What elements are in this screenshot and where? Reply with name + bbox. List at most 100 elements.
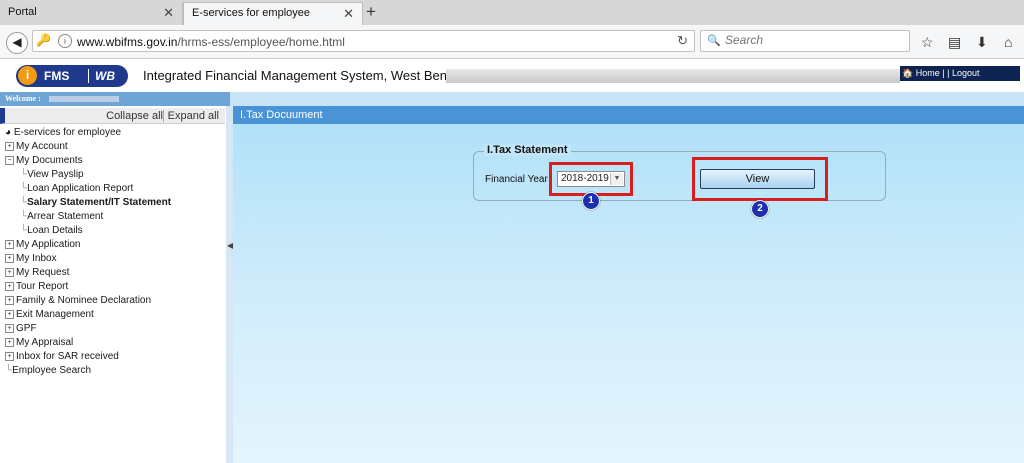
sidebar-item-arrear-statement[interactable]: └Arrear Statement <box>20 211 103 222</box>
browser-search-box[interactable]: 🔍 <box>700 30 910 52</box>
search-icon: 🔍 <box>707 35 721 47</box>
home-icon[interactable]: ⌂ <box>1004 34 1012 50</box>
info-icon[interactable]: i <box>58 34 72 48</box>
sidebar-item-label: Exit Management <box>16 309 94 320</box>
logo-wb-text: WB <box>88 69 115 83</box>
sidebar-item-loan-application-report[interactable]: └Loan Application Report <box>20 183 133 194</box>
home-link[interactable]: Home <box>916 68 940 78</box>
tree-controls: Collapse all Expand all <box>0 108 225 124</box>
sidebar-item-my-request[interactable]: + My Request <box>5 267 69 278</box>
sidebar-item-label: E-services for employee <box>13 127 122 138</box>
sidebar-item-label: Loan Application Report <box>27 183 134 194</box>
sidebar-item-label: Family & Nominee Declaration <box>16 295 152 306</box>
nav-separator: | | <box>942 68 950 78</box>
sidebar-item-gpf[interactable]: + GPF <box>5 323 37 334</box>
step-marker-2: 2 <box>751 200 769 218</box>
download-icon[interactable]: ⬇ <box>976 34 988 51</box>
expand-icon[interactable]: + <box>5 352 14 361</box>
url-text[interactable]: www.wbifms.gov.in/hrms-ess/employee/home… <box>77 35 345 49</box>
logo-info-icon: i <box>18 66 37 85</box>
expand-icon[interactable]: + <box>5 324 14 333</box>
header-gradient-bar <box>446 69 900 83</box>
sidebar-item-view-payslip[interactable]: └View Payslip <box>20 169 84 180</box>
tab-e-services[interactable]: E-services for employee ✕ <box>183 2 363 25</box>
ifms-logo: i FMS WB <box>16 65 128 87</box>
expand-icon[interactable]: + <box>5 296 14 305</box>
sidebar-item-loan-details[interactable]: └Loan Details <box>20 225 83 236</box>
sidebar-item-label: My Request <box>16 267 70 278</box>
home-nav-icon[interactable]: 🏠 <box>902 68 913 78</box>
sidebar-item-tour-report[interactable]: + Tour Report <box>5 281 68 292</box>
app-header: i FMS WB Integrated Financial Management… <box>0 59 1024 92</box>
expand-icon[interactable]: + <box>5 254 14 263</box>
expand-icon[interactable]: + <box>5 268 14 277</box>
sidebar-item-inbox-sar[interactable]: + Inbox for SAR received <box>5 351 119 362</box>
tab-title: E-services for employee <box>192 7 310 19</box>
tab-portal[interactable]: Portal ✕ <box>0 2 183 25</box>
collapse-icon[interactable]: − <box>5 156 14 165</box>
address-bar[interactable]: 🔑 i www.wbifms.gov.in/hrms-ess/employee/… <box>32 30 695 52</box>
sidebar-item-my-inbox[interactable]: + My Inbox <box>5 253 57 264</box>
collapse-all-button[interactable]: Collapse all <box>106 110 163 122</box>
expand-icon[interactable]: + <box>5 142 14 151</box>
url-host: www.wbifms.gov.in <box>77 35 178 49</box>
sidebar: Collapse all Expand all ◕ E-services for… <box>0 106 227 463</box>
logout-link[interactable]: Logout <box>952 68 980 78</box>
logo-fms-text: FMS <box>44 69 70 83</box>
new-tab-button[interactable]: + <box>366 2 376 22</box>
highlight-box-financial-year <box>549 162 633 196</box>
tab-title: Portal <box>8 6 37 18</box>
sidebar-item-employee-search[interactable]: └Employee Search <box>5 365 91 376</box>
main-panel: I.Tax Docuument I.Tax Statement Financia… <box>233 106 1024 463</box>
sidebar-splitter[interactable]: ◀ <box>226 106 233 463</box>
sidebar-item-my-application[interactable]: + My Application <box>5 239 80 250</box>
welcome-user-name-redacted <box>48 96 119 103</box>
top-nav: 🏠 Home | | Logout <box>900 66 1020 81</box>
sidebar-item-label: My Appraisal <box>16 337 74 348</box>
panel-title: I.Tax Docuument <box>233 106 1024 124</box>
back-arrow-icon[interactable]: ◀ <box>6 32 28 54</box>
sidebar-item-label: My Account <box>16 141 68 152</box>
welcome-strip: Welcome : <box>0 92 230 106</box>
sidebar-item-label: Inbox for SAR received <box>16 351 119 362</box>
sidebar-item-label: Loan Details <box>27 225 83 236</box>
expand-all-button[interactable]: Expand all <box>162 110 219 122</box>
search-input[interactable] <box>723 32 907 48</box>
close-tab-icon[interactable]: ✕ <box>343 6 354 22</box>
reload-icon[interactable]: ↻ <box>677 33 688 49</box>
app-title: Integrated Financial Management System, … <box>143 68 465 83</box>
sidebar-item-my-appraisal[interactable]: + My Appraisal <box>5 337 73 348</box>
reading-list-icon[interactable]: ▤ <box>948 34 961 51</box>
expand-icon[interactable]: + <box>5 282 14 291</box>
sidebar-item-label: Tour Report <box>16 281 69 292</box>
sidebar-item-label: Employee Search <box>12 365 92 376</box>
sidebar-item-my-documents[interactable]: − My Documents <box>5 155 83 166</box>
step-marker-1: 1 <box>582 192 600 210</box>
close-tab-icon[interactable]: ✕ <box>163 5 174 21</box>
sidebar-item-my-account[interactable]: + My Account <box>5 141 68 152</box>
sidebar-item-exit-management[interactable]: + Exit Management <box>5 309 94 320</box>
sidebar-item-family-nominee[interactable]: + Family & Nominee Declaration <box>5 295 151 306</box>
sidebar-item-label: Salary Statement/IT Statement <box>27 197 172 208</box>
sidebar-item-label: My Application <box>16 239 81 250</box>
sidebar-item-root[interactable]: ◕ E-services for employee <box>5 127 121 138</box>
sidebar-item-label: My Documents <box>16 155 83 166</box>
sidebar-item-label: My Inbox <box>16 253 57 264</box>
content-top-strip <box>230 92 1024 106</box>
url-path: /hrms-ess/employee/home.html <box>177 35 345 49</box>
welcome-label: Welcome : <box>5 94 41 103</box>
section-title: I.Tax Statement <box>484 144 571 156</box>
sidebar-item-label: View Payslip <box>27 169 84 180</box>
financial-year-label: Financial Year <box>485 174 548 185</box>
expand-icon[interactable]: + <box>5 240 14 249</box>
expand-icon[interactable]: + <box>5 310 14 319</box>
key-icon[interactable]: 🔑 <box>36 33 51 47</box>
browser-tab-bar: Portal ✕ E-services for employee ✕ + <box>0 0 1024 25</box>
sidebar-item-label: Arrear Statement <box>27 211 104 222</box>
sidebar-item-salary-statement[interactable]: └Salary Statement/IT Statement <box>20 197 171 208</box>
bookmark-star-icon[interactable]: ☆ <box>921 34 934 51</box>
expand-icon[interactable]: + <box>5 338 14 347</box>
globe-icon: ◕ <box>5 127 12 138</box>
browser-nav-bar: ◀ 🔑 i www.wbifms.gov.in/hrms-ess/employe… <box>0 25 1024 59</box>
sidebar-item-label: GPF <box>16 323 37 334</box>
